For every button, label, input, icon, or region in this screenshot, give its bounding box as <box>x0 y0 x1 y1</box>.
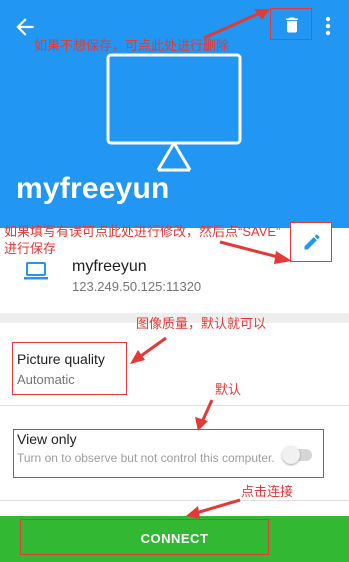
annotation-arrow-default <box>200 399 214 423</box>
server-name: myfreeyun <box>72 258 147 275</box>
connect-label: CONNECT <box>140 531 209 546</box>
picture-quality-setting[interactable] <box>12 342 127 395</box>
server-address: 123.249.50.125:11320 <box>72 279 202 294</box>
picture-quality-label: Picture quality <box>17 351 105 367</box>
view-only-toggle[interactable] <box>282 446 314 464</box>
more-vert-icon[interactable] <box>322 14 334 38</box>
annotation-delete: 如果不想保存，可点此处进行删除 <box>34 38 230 53</box>
toggle-thumb <box>282 446 300 464</box>
delete-button[interactable] <box>270 8 312 40</box>
divider <box>0 500 349 501</box>
laptop-icon <box>24 262 48 280</box>
view-only-label: View only <box>17 431 77 447</box>
annotation-edit-line2: 进行保存 <box>4 241 57 256</box>
arrowhead-quality <box>130 350 145 364</box>
arrow-back-icon[interactable] <box>12 14 38 40</box>
annotation-arrow-quality <box>137 336 167 360</box>
trash-icon <box>286 17 298 33</box>
divider <box>0 405 349 406</box>
annotation-arrow-connect <box>195 498 241 515</box>
annotation-edit-line1: 如果填写有误可点此处进行修改，然后点“SAVE” <box>4 224 281 239</box>
view-only-description: Turn on to observe but not control this … <box>17 451 275 465</box>
edit-button[interactable] <box>290 222 332 262</box>
page-title: myfreeyun <box>16 172 170 205</box>
annotation-connect: 点击连接 <box>241 484 294 499</box>
annotation-default: 默认 <box>215 382 242 397</box>
monitor-icon <box>106 53 242 172</box>
picture-quality-value: Automatic <box>17 372 75 387</box>
edit-pencil-icon <box>304 234 320 250</box>
annotation-quality: 图像质量，默认就可以 <box>136 316 267 331</box>
